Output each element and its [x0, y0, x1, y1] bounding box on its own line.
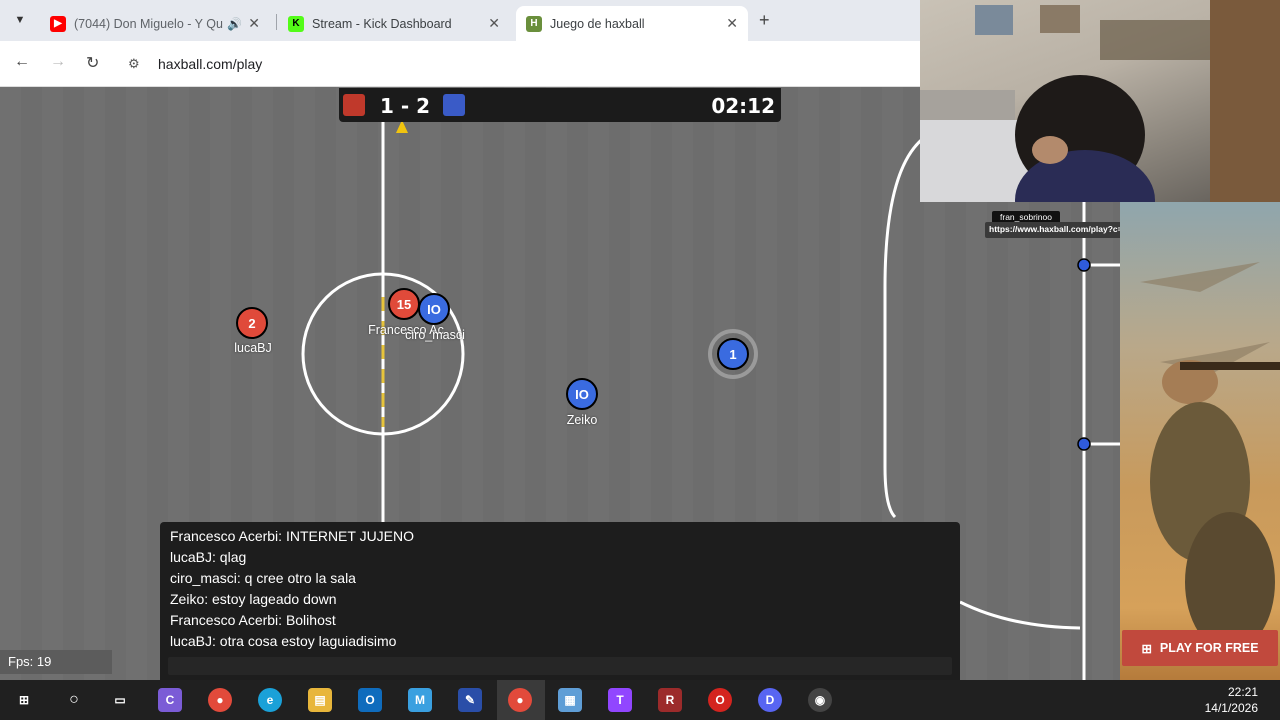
reload-icon[interactable]: ↻	[86, 53, 99, 73]
tab-title: (7044) Don Miguelo - Y Qu	[74, 16, 223, 31]
chrome-active-icon[interactable]: ●	[508, 688, 532, 712]
webcam-image	[920, 0, 1280, 202]
twitch-icon[interactable]: T	[608, 688, 632, 712]
opera-icon[interactable]: O	[708, 688, 732, 712]
windows-taskbar: ⊞ ○ ▭ C ● e ▤ O M ✎ ● ▦ T R O D ◉ 22:21 …	[0, 680, 1280, 720]
svg-text:IO: IO	[575, 387, 589, 402]
player-name-label: lucaBJ	[234, 341, 272, 355]
address-toolbar: ← → ↻ ⚙ haxball.com/play	[0, 41, 920, 87]
clock-date: 14/1/2026	[1204, 701, 1258, 715]
notepad-icon[interactable]: ✎	[458, 688, 482, 712]
score-text: 1 - 2	[379, 94, 431, 118]
svg-text:2: 2	[248, 316, 255, 331]
site-info-icon[interactable]: ⚙	[128, 56, 148, 72]
match-timer: 02:12	[711, 94, 775, 118]
close-tab-icon[interactable]: ✕	[488, 15, 500, 32]
clock-time: 22:21	[1227, 685, 1258, 699]
tab-title: Juego de haxball	[550, 16, 645, 31]
obs-icon[interactable]: ◉	[808, 688, 832, 712]
outlook-icon[interactable]: O	[358, 688, 382, 712]
close-tab-icon[interactable]: ✕	[248, 15, 260, 32]
forward-arrow-icon[interactable]: →	[50, 53, 66, 71]
search-icon[interactable]: ○	[62, 688, 86, 712]
new-tab-plus-icon[interactable]: +	[759, 10, 770, 31]
tab-search-chevron-icon[interactable]: ▼	[8, 8, 32, 32]
svg-text:15: 15	[397, 297, 411, 312]
player-blue-ciro: IO	[418, 293, 450, 325]
chat-panel: Francesco Acerbi: INTERNET JUJENO lucaBJ…	[160, 522, 960, 680]
edge-icon[interactable]: e	[258, 688, 282, 712]
url-bar[interactable]: ⚙ haxball.com/play	[120, 48, 910, 80]
browser-tab-bar: ▼ ▶ (7044) Don Miguelo - Y Qu 🔊 ✕ K Stre…	[0, 0, 920, 41]
store-icon[interactable]: ▦	[558, 688, 582, 712]
youtube-icon: ▶	[50, 15, 66, 32]
chrome-icon[interactable]: ●	[208, 688, 232, 712]
kick-icon: K	[288, 15, 304, 32]
chat-message: lucaBJ: otra cosa estoy laguiadisimo	[170, 633, 397, 649]
tab-haxball[interactable]: H Juego de haxball ✕	[516, 6, 748, 41]
copilot-icon[interactable]: C	[158, 688, 182, 712]
chat-message: ciro_masci: q cree otro la sala	[170, 570, 356, 586]
chat-message: lucaBJ: qlag	[170, 549, 247, 565]
start-windows-icon[interactable]: ⊞	[12, 688, 36, 712]
speaker-icon[interactable]: 🔊	[227, 17, 242, 31]
close-tab-icon[interactable]: ✕	[726, 15, 738, 32]
tab-title: Stream - Kick Dashboard	[312, 16, 452, 31]
webcam-feed	[920, 0, 1280, 202]
url-text[interactable]: haxball.com/play	[158, 56, 262, 72]
blue-team-swatch	[443, 94, 465, 116]
player-name-label: ciro_masci	[405, 328, 465, 342]
chat-input[interactable]	[168, 657, 952, 675]
ad-button-label: PLAY FOR FREE	[1159, 641, 1259, 655]
play-for-free-button[interactable]: ⊞ PLAY FOR FREE	[1122, 630, 1278, 666]
red-team-swatch	[343, 94, 365, 116]
back-arrow-icon[interactable]: ←	[14, 53, 30, 71]
chat-message: Zeiko: estoy lageado down	[170, 591, 337, 607]
player-red-15: 15	[388, 288, 420, 320]
goal-post-bottom	[1077, 437, 1091, 451]
windows-icon: ⊞	[1141, 641, 1152, 656]
microsoft-365-icon[interactable]: M	[408, 688, 432, 712]
goal-post-top	[1077, 258, 1091, 272]
svg-text:IO: IO	[427, 302, 441, 317]
svg-text:1: 1	[729, 347, 736, 362]
fps-counter: Fps: 19	[0, 650, 112, 674]
player-red-2: 2	[236, 307, 268, 339]
tab-youtube[interactable]: ▶ (7044) Don Miguelo - Y Qu 🔊 ✕	[40, 6, 270, 41]
winrar-icon[interactable]: R	[658, 688, 682, 712]
file-explorer-icon[interactable]: ▤	[308, 688, 332, 712]
player-name-label: Zeiko	[566, 413, 598, 427]
tab-separator	[276, 14, 277, 30]
player-blue-zeiko: IO	[566, 378, 598, 410]
ad-artwork	[1140, 262, 1280, 652]
haxball-icon: H	[526, 15, 542, 32]
system-clock[interactable]: 22:21 14/1/2026	[1205, 684, 1258, 716]
chat-message: Francesco Acerbi: INTERNET JUJENO	[170, 528, 415, 544]
tab-kick-dashboard[interactable]: K Stream - Kick Dashboard ✕	[278, 6, 510, 41]
advertisement-banner[interactable]	[1120, 202, 1280, 680]
scoreboard: 1 - 2 02:12	[339, 88, 781, 122]
discord-icon[interactable]: D	[758, 688, 782, 712]
chat-message: Francesco Acerbi: Bolihost	[170, 612, 336, 628]
task-view-icon[interactable]: ▭	[108, 688, 132, 712]
